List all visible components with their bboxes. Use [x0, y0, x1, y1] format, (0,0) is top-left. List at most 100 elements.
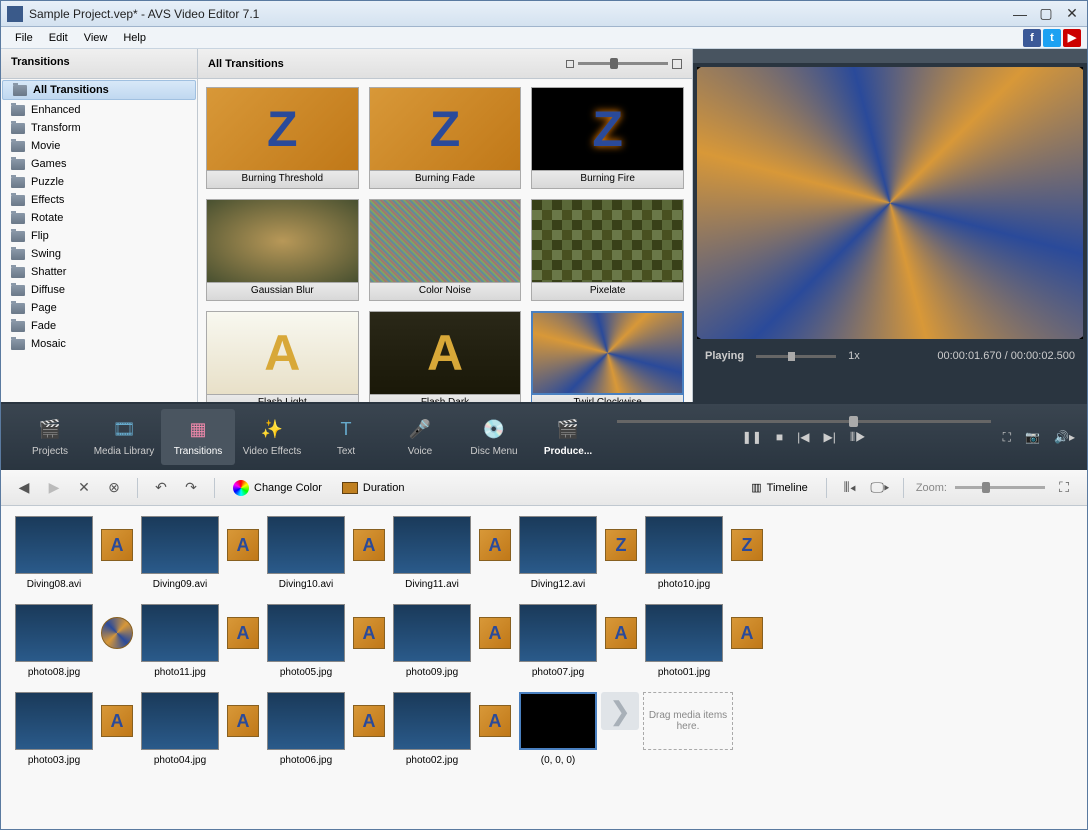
menu-help[interactable]: Help [115, 30, 154, 46]
size-track[interactable] [578, 62, 668, 65]
transition-burning-fire[interactable]: ZBurning Fire [531, 87, 684, 189]
fullscreen-button[interactable]: ⛶ [1003, 430, 1011, 445]
sidebar-item-mosaic[interactable]: Mosaic [1, 335, 197, 353]
transition-slot[interactable]: A [601, 604, 641, 662]
clip-thumbnail[interactable] [141, 604, 219, 662]
timeline-toggle[interactable]: ▥ Timeline [745, 479, 814, 496]
sidebar-item-transform[interactable]: Transform [1, 119, 197, 137]
transition-slot[interactable]: A [727, 604, 767, 662]
display-button[interactable]: 🖵▸ [869, 477, 891, 499]
clip-thumbnail[interactable] [141, 516, 219, 574]
seek-thumb[interactable] [849, 416, 858, 427]
duration-button[interactable]: Duration [336, 480, 411, 496]
prev-button[interactable]: |◀ [797, 430, 809, 444]
speed-slider[interactable] [756, 355, 836, 358]
transition-slot[interactable]: A [349, 604, 389, 662]
sidebar-item-rotate[interactable]: Rotate [1, 209, 197, 227]
sidebar-item-flip[interactable]: Flip [1, 227, 197, 245]
clip-photo04.jpg[interactable]: photo04.jpg [141, 692, 219, 766]
close-button[interactable]: ✕ [1063, 7, 1081, 21]
transition-flash-light[interactable]: AFlash Light [206, 311, 359, 402]
sidebar-item-diffuse[interactable]: Diffuse [1, 281, 197, 299]
snapshot-button[interactable]: 📷 [1025, 430, 1040, 444]
clip-photo01.jpg[interactable]: photo01.jpg [645, 604, 723, 678]
sidebar-item-movie[interactable]: Movie [1, 137, 197, 155]
tool-produce[interactable]: 🎬Produce... [531, 409, 605, 465]
transition-slot[interactable]: A [475, 516, 515, 574]
storyboard[interactable]: Diving08.aviADiving09.aviADiving10.aviAD… [1, 506, 1087, 829]
sidebar-item-games[interactable]: Games [1, 155, 197, 173]
transition-slot[interactable]: A [223, 516, 263, 574]
sidebar-item-enhanced[interactable]: Enhanced [1, 101, 197, 119]
clip-photo07.jpg[interactable]: photo07.jpg [519, 604, 597, 678]
transition-slot[interactable]: A [223, 604, 263, 662]
sidebar-item-shatter[interactable]: Shatter [1, 263, 197, 281]
transition-slot[interactable]: Z [727, 516, 767, 574]
seek-bar[interactable] [617, 420, 991, 423]
clip-thumbnail[interactable] [393, 604, 471, 662]
menu-edit[interactable]: Edit [41, 30, 76, 46]
tool-video-effects[interactable]: ✨Video Effects [235, 409, 309, 465]
clip-thumbnail[interactable] [267, 516, 345, 574]
transition-pixelate[interactable]: Pixelate [531, 199, 684, 301]
clip-thumbnail[interactable] [645, 604, 723, 662]
transition-slot[interactable]: A [349, 692, 389, 750]
stop-button[interactable]: ■ [776, 430, 783, 444]
clip-thumbnail[interactable] [519, 604, 597, 662]
preview-viewport[interactable] [697, 67, 1083, 339]
transition-burning-fade[interactable]: ZBurning Fade [369, 87, 522, 189]
clip-Diving10.avi[interactable]: Diving10.avi [267, 516, 345, 590]
zoom-thumb[interactable] [982, 482, 990, 493]
sidebar-item-effects[interactable]: Effects [1, 191, 197, 209]
zoom-slider[interactable] [955, 486, 1045, 489]
add-arrow-button[interactable]: ❯ [601, 692, 639, 730]
clip-photo09.jpg[interactable]: photo09.jpg [393, 604, 471, 678]
audio-mix-button[interactable]: ⦀◂ [839, 477, 861, 499]
transition-slot[interactable]: A [475, 692, 515, 750]
volume-button[interactable]: 🔊▸ [1054, 430, 1075, 444]
clip-Diving12.avi[interactable]: Diving12.avi [519, 516, 597, 590]
speed-thumb[interactable] [788, 352, 795, 361]
transition-slot[interactable] [97, 604, 137, 662]
sidebar-item-swing[interactable]: Swing [1, 245, 197, 263]
clip-Diving08.avi[interactable]: Diving08.avi [15, 516, 93, 590]
clip-thumbnail[interactable] [267, 604, 345, 662]
minimize-button[interactable]: — [1011, 7, 1029, 21]
facebook-icon[interactable]: f [1023, 29, 1041, 47]
menu-view[interactable]: View [76, 30, 116, 46]
clip-Diving11.avi[interactable]: Diving11.avi [393, 516, 471, 590]
tool-projects[interactable]: 🎬Projects [13, 409, 87, 465]
clip-photo03.jpg[interactable]: photo03.jpg [15, 692, 93, 766]
clip-thumbnail[interactable] [393, 516, 471, 574]
tool-disc-menu[interactable]: 💿Disc Menu [457, 409, 531, 465]
clip-photo06.jpg[interactable]: photo06.jpg [267, 692, 345, 766]
youtube-icon[interactable]: ▶ [1063, 29, 1081, 47]
sidebar-item-all-transitions[interactable]: All Transitions [2, 80, 196, 100]
transition-gaussian-blur[interactable]: Gaussian Blur [206, 199, 359, 301]
back-button[interactable]: ◀ [13, 477, 35, 499]
sidebar-item-puzzle[interactable]: Puzzle [1, 173, 197, 191]
clip-Diving09.avi[interactable]: Diving09.avi [141, 516, 219, 590]
clip-thumbnail[interactable] [15, 516, 93, 574]
clip-photo11.jpg[interactable]: photo11.jpg [141, 604, 219, 678]
clip-thumbnail[interactable] [393, 692, 471, 750]
tool-text[interactable]: TText [309, 409, 383, 465]
clip-photo05.jpg[interactable]: photo05.jpg [267, 604, 345, 678]
clip-thumbnail[interactable] [267, 692, 345, 750]
pause-button[interactable]: ❚❚ [742, 430, 762, 444]
clip-thumbnail[interactable] [519, 692, 597, 750]
transition-slot[interactable]: A [349, 516, 389, 574]
undo-button[interactable]: ↶ [150, 477, 172, 499]
delete-button[interactable]: ✕ [73, 477, 95, 499]
frame-button[interactable]: ⦀▶ [850, 430, 866, 445]
tool-voice[interactable]: 🎤Voice [383, 409, 457, 465]
redo-button[interactable]: ↷ [180, 477, 202, 499]
change-color-button[interactable]: Change Color [227, 478, 328, 498]
forward-button[interactable]: ▶ [43, 477, 65, 499]
transition-slot[interactable]: A [97, 516, 137, 574]
transition-burning-threshold[interactable]: ZBurning Threshold [206, 87, 359, 189]
twitter-icon[interactable]: t [1043, 29, 1061, 47]
thumbnail-size-slider[interactable] [566, 59, 682, 69]
transition-flash-dark[interactable]: AFlash Dark [369, 311, 522, 402]
next-button[interactable]: ▶| [824, 430, 836, 444]
